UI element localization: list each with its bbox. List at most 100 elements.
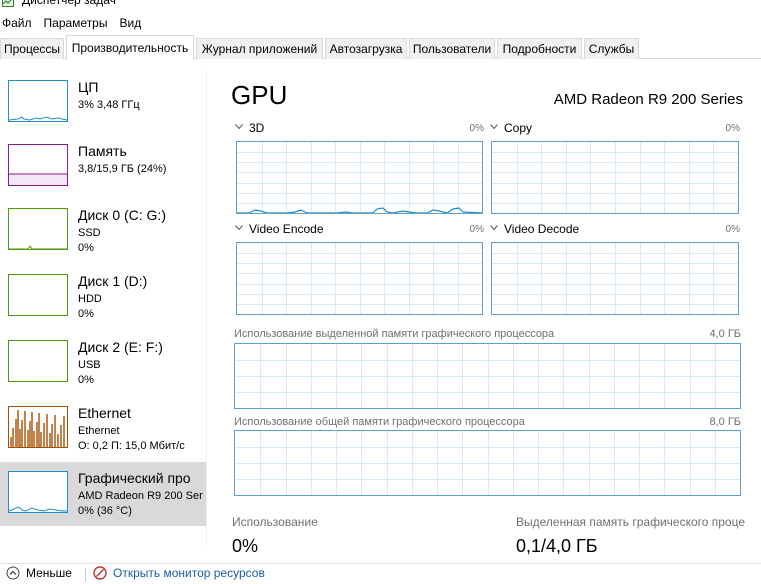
thumbnail-graph <box>8 144 68 186</box>
graph-shared-memory <box>234 430 741 496</box>
tab-bar: Процессы Производительность Журнал приложе… <box>0 35 761 60</box>
dedicated-memory-max: 4,0 ГБ <box>709 328 741 340</box>
menu-item[interactable]: Файл <box>0 12 38 34</box>
sidebar-item-value: 0% (36 °C) <box>78 505 132 517</box>
sidebar-item-value: 0% <box>78 308 94 320</box>
sidebar-item-memory[interactable]: Память 3,8/15,9 ГБ (24%) <box>0 135 206 199</box>
usage-label: Использование <box>232 515 318 529</box>
sidebar-item-name: Диск 2 (E: F:) <box>78 339 163 355</box>
thumbnail-border <box>8 340 68 382</box>
sidebar-item-name: Графический про <box>78 470 191 486</box>
sidebar-item-name: Ethernet <box>78 405 131 421</box>
graph-video-decode-plot <box>492 243 738 314</box>
tab-3[interactable]: Автозагрузка <box>325 38 407 59</box>
graph-video-encode-plot <box>237 243 482 314</box>
resource-monitor-icon <box>93 566 107 580</box>
chevron-up-circle-icon <box>6 566 20 580</box>
title-bar: Диспетчер задач <box>0 0 761 12</box>
graph-3d <box>236 141 483 214</box>
engine-percent: 0% <box>469 224 484 235</box>
tab-1[interactable]: Производительность <box>66 35 194 60</box>
engine-percent: 0% <box>469 123 484 134</box>
tab-6[interactable]: Службы <box>584 38 639 59</box>
gpu-model-name: AMD Radeon R9 200 Series <box>553 91 743 108</box>
thumbnail-graph <box>8 340 68 382</box>
sidebar-item-detail: SSD <box>78 227 101 239</box>
sidebar-item-gpu[interactable]: Графический про AMD Radeon R9 200 Ser 0% (… <box>0 462 206 526</box>
graph-dedicated-memory-plot <box>235 344 740 408</box>
page-title: GPU <box>231 80 288 110</box>
graph-dedicated-memory <box>234 343 741 409</box>
dedicated-memory-stat-value: 0,1/4,0 ГБ <box>516 536 598 556</box>
sidebar-item-detail: 3% 3,48 ГГц <box>78 99 140 111</box>
thumbnail-graph <box>8 471 68 513</box>
open-resource-monitor-link[interactable]: Открыть монитор ресурсов <box>93 566 265 580</box>
sidebar-item-disk2[interactable]: Диск 2 (E: F:) USB 0% <box>0 331 206 395</box>
thumbnail-fill <box>9 174 67 185</box>
chevron-down-icon <box>235 225 243 231</box>
sidebar-divider <box>206 71 207 546</box>
engine-percent: 0% <box>725 224 740 235</box>
graph-copy-plot <box>492 142 738 213</box>
sidebar-item-disk1[interactable]: Диск 1 (D:) HDD 0% <box>0 265 206 329</box>
tab-4[interactable]: Пользователи <box>409 38 495 59</box>
sidebar-item-cpu[interactable]: ЦП 3% 3,48 ГГц <box>0 71 206 135</box>
menu-item[interactable]: Параметры <box>42 12 114 34</box>
thumbnail-border <box>8 274 68 316</box>
dedicated-memory-label: Использование выделенной памяти графичес… <box>234 328 555 340</box>
engine-selector-3d[interactable]: 3D <box>235 121 264 136</box>
chevron-down-icon <box>235 124 243 130</box>
tab-2[interactable]: Журнал приложений <box>196 38 323 59</box>
sidebar-item-name: ЦП <box>78 79 99 95</box>
sidebar-item-ethernet[interactable]: Ethernet Ethernet О: 0,2 П: 15,0 Мбит/с <box>0 397 206 461</box>
engine-label: Video Encode <box>249 222 324 236</box>
engine-selector-copy[interactable]: Copy <box>490 121 532 136</box>
menu-bar: Файл Параметры Вид <box>0 12 151 34</box>
thumbnail-border <box>8 208 68 250</box>
maximize-icon[interactable] <box>708 0 728 8</box>
engine-label: Copy <box>504 121 533 135</box>
thumbnail-graph <box>8 80 68 122</box>
footer-bar: Меньше Открыть монитор ресурсов <box>0 563 761 584</box>
sidebar-item-value: 0% <box>78 374 94 386</box>
performance-sidebar: ЦП 3% 3,48 ГГц Память 3,8/15,9 ГБ (24%) Диск… <box>0 71 206 556</box>
graph-video-encode <box>236 242 483 315</box>
task-manager-icon <box>2 0 14 7</box>
thumbnail-graph <box>8 274 68 316</box>
chevron-down-icon <box>490 225 498 231</box>
task-manager-window: Диспетчер задач Файл Параметры Вид Процесс… <box>0 0 761 584</box>
window-title: Диспетчер задач <box>22 0 116 7</box>
engine-selector-video-decode[interactable]: Video Decode <box>490 222 579 237</box>
sidebar-item-detail: USB <box>78 359 101 371</box>
sidebar-item-name: Память <box>78 143 127 159</box>
engine-percent: 0% <box>725 123 740 134</box>
thumbnail-border <box>8 80 68 122</box>
thumbnail-graph <box>8 208 68 250</box>
footer-separator <box>85 568 86 582</box>
graph-video-decode <box>491 242 739 315</box>
sidebar-item-name: Диск 0 (C: G:) <box>78 207 166 223</box>
tab-0[interactable]: Процессы <box>0 38 64 59</box>
open-resource-monitor-label: Открыть монитор ресурсов <box>113 566 265 580</box>
close-icon[interactable] <box>742 0 761 8</box>
chevron-down-icon <box>490 124 498 130</box>
sidebar-item-detail: Ethernet <box>78 425 120 437</box>
usage-trace-3d <box>237 207 482 213</box>
tab-5[interactable]: Подробности <box>497 38 582 59</box>
engine-selector-video-encode[interactable]: Video Encode <box>235 222 324 237</box>
sidebar-item-value: О: 0,2 П: 15,0 Мбит/с <box>78 440 185 452</box>
sidebar-item-value: 0% <box>78 242 94 254</box>
sidebar-item-disk0[interactable]: Диск 0 (C: G:) SSD 0% <box>0 199 206 263</box>
engine-label: 3D <box>249 121 265 135</box>
shared-memory-max: 8,0 ГБ <box>709 416 741 428</box>
fewer-details-label: Меньше <box>26 566 72 580</box>
menu-item[interactable]: Вид <box>117 12 147 34</box>
fewer-details-button[interactable]: Меньше <box>6 566 72 580</box>
thumbnail-graph <box>8 406 68 448</box>
thumbnail-border <box>8 471 68 513</box>
minimize-icon[interactable] <box>662 0 682 8</box>
graph-shared-memory-plot <box>235 431 740 495</box>
sidebar-item-detail: HDD <box>78 293 102 305</box>
graph-3d-plot <box>237 142 482 213</box>
sidebar-item-detail: 3,8/15,9 ГБ (24%) <box>78 163 167 175</box>
